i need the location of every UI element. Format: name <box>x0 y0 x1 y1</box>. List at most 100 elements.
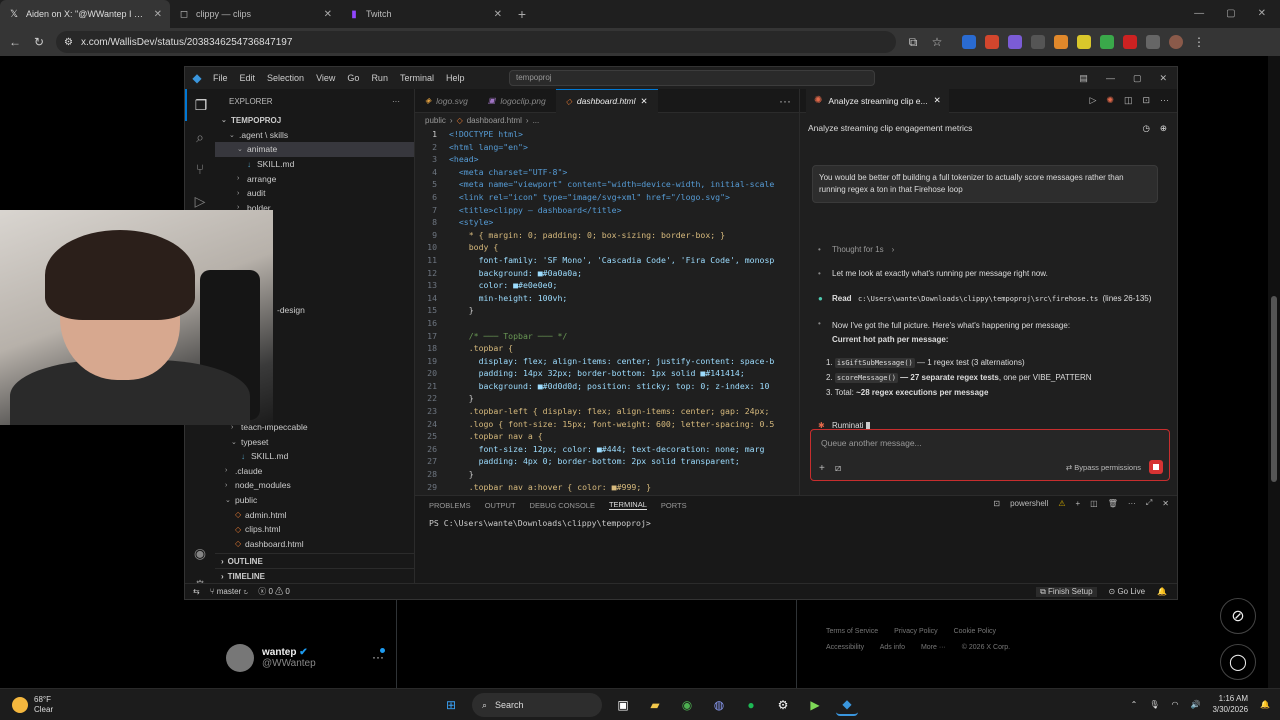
split-terminal-icon[interactable]: ◫ <box>1090 499 1098 508</box>
extension-icon[interactable] <box>1077 35 1091 49</box>
bypass-permissions-toggle[interactable]: ⇄ Bypass permissions <box>1066 463 1141 472</box>
close-icon[interactable]: ✕ <box>1159 67 1167 89</box>
slash-command-icon[interactable]: ⧄ <box>835 463 841 474</box>
windows-start-icon[interactable]: ⊞ <box>440 694 462 716</box>
terminal-prompt[interactable]: PS C:\Users\wante\Downloads\clippy\tempo… <box>415 514 1177 528</box>
reload-icon[interactable]: ↻ <box>32 35 46 49</box>
more-icon[interactable]: ··· <box>1160 95 1169 106</box>
tree-item[interactable]: › .claude <box>215 464 414 479</box>
menu-edit[interactable]: Edit <box>240 73 256 83</box>
vscode-taskbar-icon[interactable]: ◆ <box>836 694 858 716</box>
notifications-icon[interactable]: 🔔 <box>1260 700 1270 709</box>
read-path[interactable]: c:\Users\wante\Downloads\clippy\tempopro… <box>856 294 1100 304</box>
weather-widget[interactable]: 68°F Clear <box>0 695 53 715</box>
volume-icon[interactable]: 🔊 <box>1190 700 1200 709</box>
chat-input-box[interactable]: Queue another message... + ⧄ ⇄ Bypass pe… <box>810 429 1170 481</box>
play-icon[interactable]: ▷ <box>1089 95 1096 106</box>
wifi-icon[interactable]: ◠ <box>1171 700 1178 709</box>
back-icon[interactable]: ← <box>8 35 22 49</box>
stop-button[interactable] <box>1149 460 1163 474</box>
site-info-icon[interactable]: ⚙ <box>64 37 73 48</box>
minimize-icon[interactable]: — <box>1106 67 1115 89</box>
command-center[interactable]: tempoproj <box>509 70 875 86</box>
extension-icon[interactable] <box>1031 35 1045 49</box>
tree-item[interactable]: ⌄ animate <box>215 142 414 157</box>
editor-tab[interactable]: ▣ logoclip.png <box>478 89 556 113</box>
menu-go[interactable]: Go <box>347 73 359 83</box>
branch-indicator[interactable]: ⑂ master ↻ <box>210 587 249 596</box>
tree-item[interactable]: ◇ admin.html <box>215 507 414 522</box>
bell-icon[interactable]: 🔔 <box>1157 587 1167 597</box>
history-icon[interactable]: ◷ <box>1142 123 1149 134</box>
extension-icon[interactable] <box>1123 35 1137 49</box>
tab-terminal[interactable]: TERMINAL <box>608 500 647 510</box>
browser-tab-x[interactable]: 𝕏 Aiden on X: "@WWantep I gen ✕ <box>0 0 170 28</box>
footer-link[interactable]: More ··· <box>921 644 946 651</box>
trash-icon[interactable]: 🗑 <box>1108 499 1118 508</box>
tree-root[interactable]: ⌄ TEMPOPROJ <box>215 113 414 128</box>
tree-item[interactable]: ⌄ typeset <box>215 434 414 449</box>
tab-problems[interactable]: PROBLEMS <box>429 501 471 510</box>
discord-icon[interactable]: ◍ <box>708 694 730 716</box>
tree-item[interactable]: ↓ SKILL.md <box>215 449 414 464</box>
breadcrumb-item[interactable]: ... <box>533 116 540 125</box>
page-scrollbar-thumb[interactable] <box>1271 296 1277 482</box>
spotify-icon[interactable]: ● <box>740 694 762 716</box>
url-field[interactable]: ⚙ x.com/WallisDev/status/203834625473684… <box>56 31 896 53</box>
explorer-icon[interactable]: ❐ <box>185 89 215 121</box>
chrome-icon[interactable]: ◉ <box>676 694 698 716</box>
more-icon[interactable]: ··· <box>1128 499 1136 508</box>
close-icon[interactable]: ✕ <box>324 9 332 20</box>
breadcrumb-item[interactable]: public <box>425 116 446 125</box>
search-icon[interactable]: ⌕ <box>185 121 215 153</box>
split-editor-icon[interactable]: ◫ <box>1124 95 1133 106</box>
file-explorer-icon[interactable]: ▰ <box>644 694 666 716</box>
tree-item[interactable]: ◇ dashboard.html <box>215 537 414 552</box>
chat-input[interactable]: Queue another message... <box>821 438 922 448</box>
extension-icon[interactable] <box>962 35 976 49</box>
tree-item[interactable]: ↓ SKILL.md <box>215 157 414 172</box>
tree-item[interactable]: › arrange <box>215 171 414 186</box>
close-icon[interactable]: ✕ <box>934 95 941 106</box>
taskbar-search[interactable]: ⌕ Search <box>472 693 602 717</box>
install-icon[interactable]: ⧉ <box>906 35 920 50</box>
remote-icon[interactable]: ⇆ <box>193 587 200 596</box>
menu-file[interactable]: File <box>213 73 228 83</box>
menu-view[interactable]: View <box>316 73 335 83</box>
new-chat-icon[interactable]: ⊕ <box>1160 123 1167 134</box>
breadcrumb-item[interactable]: dashboard.html <box>467 116 522 125</box>
browser-tab-clippy[interactable]: ◻ clippy — clips ✕ <box>170 0 340 28</box>
media-icon[interactable]: ▶ <box>804 694 826 716</box>
maximize-icon[interactable]: ▢ <box>1133 67 1142 89</box>
claude-spark-icon[interactable]: ✺ <box>1106 95 1114 106</box>
steam-icon[interactable]: ⚙ <box>772 694 794 716</box>
maximize-icon[interactable]: ▢ <box>1226 0 1235 28</box>
maximize-panel-icon[interactable]: ⤢ <box>1146 498 1152 508</box>
footer-link[interactable]: Ads info <box>880 644 905 651</box>
footer-link[interactable]: Cookie Policy <box>954 628 996 635</box>
close-icon[interactable]: ✕ <box>1258 0 1266 28</box>
read-tool-row[interactable]: ● Read c:\Users\wante\Downloads\clippy\t… <box>818 294 1151 303</box>
tree-item[interactable]: ◇ clips.html <box>215 522 414 537</box>
chat-tab[interactable]: ✺ Analyze streaming clip e... ✕ <box>806 88 949 113</box>
close-icon[interactable]: ✕ <box>154 9 162 20</box>
close-icon[interactable]: ✕ <box>1162 499 1169 508</box>
menu-run[interactable]: Run <box>371 73 388 83</box>
extension-icon[interactable] <box>1008 35 1022 49</box>
tree-item[interactable]: ⌄ .agent \ skills <box>215 128 414 143</box>
menu-help[interactable]: Help <box>446 73 465 83</box>
new-tab-button[interactable]: + <box>510 0 534 28</box>
mic-icon[interactable]: 🎙 <box>1149 700 1159 709</box>
code-editor[interactable]: 1 <!DOCTYPE html> 2 <html lang="en"> 3 <head>… <box>415 129 799 495</box>
profile-avatar[interactable] <box>1169 35 1183 49</box>
menu-terminal[interactable]: Terminal <box>400 73 434 83</box>
grok-icon[interactable]: ⊘ <box>1220 598 1256 634</box>
messages-icon[interactable]: ◯ <box>1220 644 1256 680</box>
footer-link[interactable]: Accessibility <box>826 644 864 651</box>
close-icon[interactable]: ✕ <box>494 9 502 20</box>
tab-ports[interactable]: PORTS <box>661 501 687 510</box>
extension-icon[interactable] <box>1100 35 1114 49</box>
new-terminal-icon[interactable]: + <box>1076 499 1081 508</box>
outline-section[interactable]: › OUTLINE <box>215 553 415 568</box>
star-icon[interactable]: ☆ <box>930 35 944 49</box>
